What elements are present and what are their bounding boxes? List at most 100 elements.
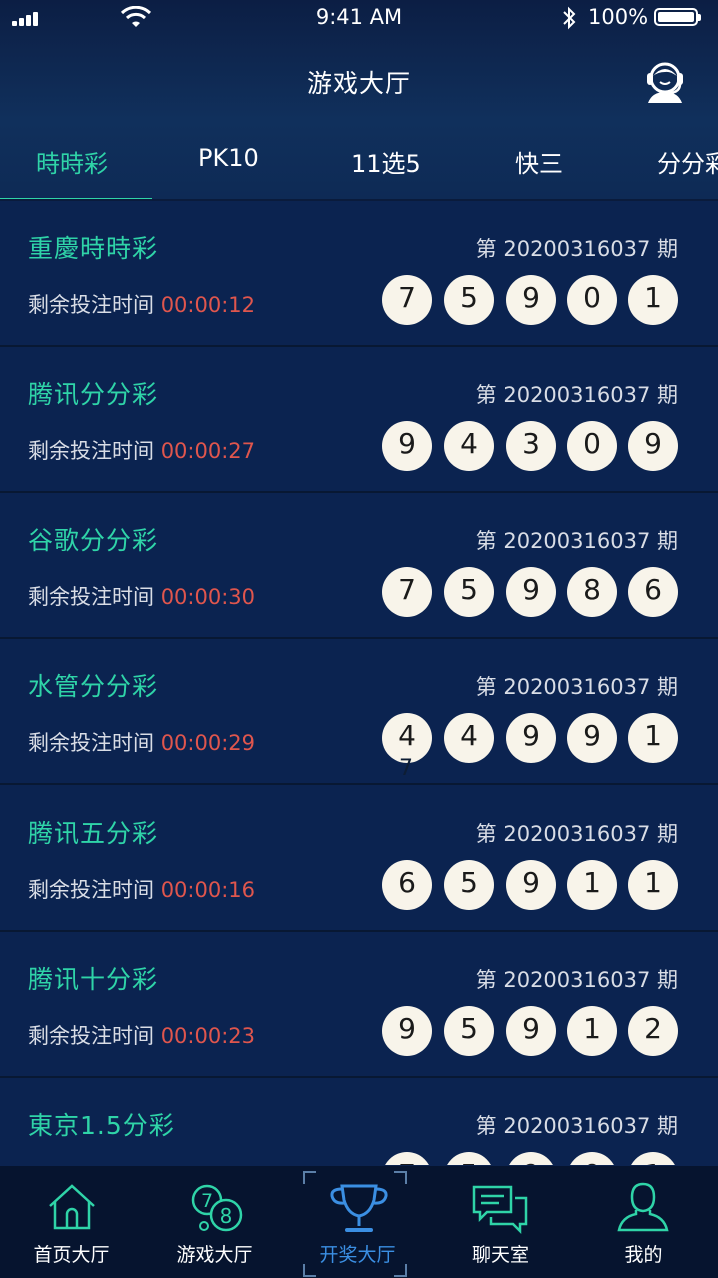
result-ball: 8 xyxy=(567,567,617,617)
lottery-list: 重慶時時彩 第 20200316037 期 剩余投注时间 00:00:12 7 … xyxy=(0,201,718,1165)
issue-number: 第 20200316037 期 xyxy=(475,675,678,699)
bluetooth-icon xyxy=(563,6,576,30)
nav-label: 开奖大厅 xyxy=(319,1244,396,1266)
tab-pk10[interactable]: PK10 xyxy=(198,144,259,172)
tab-shishicai[interactable]: 時時彩 xyxy=(36,144,108,179)
countdown-time: 00:00:23 xyxy=(160,1024,256,1048)
countdown-time: 00:00:30 xyxy=(160,585,256,609)
countdown: 剩余投注时间 00:00:16 xyxy=(28,874,255,904)
result-balls: 9 5 9 1 2 xyxy=(382,1006,682,1056)
countdown-time: 00:00:29 xyxy=(160,731,256,755)
countdown: 剩余投注时间 00:00:27 xyxy=(28,435,255,465)
nav-label: 我的 xyxy=(624,1244,663,1266)
result-ball: 5 xyxy=(444,1006,494,1056)
issue-number: 第 20200316037 期 xyxy=(475,383,678,407)
bottom-nav: 首页大厅 7 8 游戏大厅 开奖大厅 聊天室 我的 xyxy=(0,1166,718,1278)
svg-text:8: 8 xyxy=(220,1204,233,1228)
result-ball: 2 xyxy=(628,1006,678,1056)
result-ball: 1 xyxy=(567,1006,617,1056)
tab-fenfencai[interactable]: 分分彩 xyxy=(657,144,718,179)
lottery-name: 腾讯五分彩 xyxy=(28,819,159,848)
result-ball: 9 xyxy=(382,421,432,471)
list-item[interactable]: 重慶時時彩 第 20200316037 期 剩余投注时间 00:00:12 7 … xyxy=(0,201,718,347)
countdown-label: 剩余投注时间 xyxy=(28,585,154,609)
result-ball: 1 xyxy=(628,1152,678,1165)
result-ball: 1 xyxy=(628,860,678,910)
result-ball: 7 xyxy=(382,1152,432,1165)
list-item[interactable]: 谷歌分分彩 第 20200316037 期 剩余投注时间 00:00:30 7 … xyxy=(0,493,718,639)
trophy-icon xyxy=(330,1184,388,1232)
nav-chat[interactable]: 聊天室 xyxy=(429,1166,572,1278)
issue-number: 第 20200316037 期 xyxy=(475,822,678,846)
result-balls: 7 5 9 0 1 xyxy=(382,1152,682,1165)
result-ball: 5 xyxy=(444,860,494,910)
lottery-name: 水管分分彩 xyxy=(28,672,159,701)
list-item[interactable]: 腾讯十分彩 第 20200316037 期 剩余投注时间 00:00:23 9 … xyxy=(0,932,718,1078)
result-ball: 9 xyxy=(382,1006,432,1056)
result-ball: 4 xyxy=(444,421,494,471)
countdown-label: 剩余投注时间 xyxy=(28,878,154,902)
nav-home[interactable]: 首页大厅 xyxy=(0,1166,143,1278)
list-item[interactable]: 水管分分彩 第 20200316037 期 剩余投注时间 00:00:29 4 … xyxy=(0,639,718,785)
result-ball: 9 xyxy=(506,860,556,910)
list-item[interactable]: 東京1.5分彩 第 20200316037 期 7 5 9 0 1 xyxy=(0,1078,718,1165)
result-ball: 4 xyxy=(444,713,494,763)
list-item[interactable]: 腾讯分分彩 第 20200316037 期 剩余投注时间 00:00:27 9 … xyxy=(0,347,718,493)
result-ball: 0 xyxy=(567,421,617,471)
result-balls: 6 5 9 1 1 xyxy=(382,860,682,910)
nav-label: 聊天室 xyxy=(471,1244,529,1266)
user-icon xyxy=(617,1182,669,1232)
result-ball: 1 xyxy=(628,275,678,325)
nav-profile[interactable]: 我的 xyxy=(572,1166,715,1278)
result-ball: 3 xyxy=(506,421,556,471)
result-balls: 7 5 9 8 6 xyxy=(382,567,682,617)
result-ball: 9 xyxy=(506,1006,556,1056)
result-ball: 9 xyxy=(506,275,556,325)
tab-11x5[interactable]: 11选5 xyxy=(351,144,421,179)
result-ball: 5 xyxy=(444,567,494,617)
nav-games[interactable]: 7 8 游戏大厅 xyxy=(143,1166,286,1278)
result-ball: 1 xyxy=(567,860,617,910)
tab-kuaisan[interactable]: 快三 xyxy=(515,144,563,179)
issue-number: 第 20200316037 期 xyxy=(475,968,678,992)
category-tabs: 時時彩 PK10 11选5 快三 分分彩 xyxy=(0,130,718,200)
header-area: 9:41 AM 100% 游戏大厅 時時彩 PK10 11选5 快三 分分彩 xyxy=(0,0,718,201)
countdown-label: 剩余投注时间 xyxy=(28,1024,154,1048)
countdown-label: 剩余投注时间 xyxy=(28,439,154,463)
lottery-name: 谷歌分分彩 xyxy=(28,526,159,555)
result-ball: 9 xyxy=(506,1152,556,1165)
result-ball: 9 xyxy=(506,713,556,763)
nav-label: 首页大厅 xyxy=(33,1244,110,1266)
countdown: 剩余投注时间 00:00:30 xyxy=(28,581,255,611)
countdown-time: 00:00:27 xyxy=(160,439,256,463)
lottery-name: 腾讯十分彩 xyxy=(28,965,159,994)
result-balls: 7 5 9 0 1 xyxy=(382,275,682,325)
countdown: 剩余投注时间 00:00:23 xyxy=(28,1020,255,1050)
result-ball: 7 xyxy=(382,567,432,617)
stray-digit: 7 xyxy=(399,756,413,781)
result-ball: 5 xyxy=(444,1152,494,1165)
lottery-name: 重慶時時彩 xyxy=(28,234,159,263)
page-title: 游戏大厅 xyxy=(306,69,411,98)
countdown-label: 剩余投注时间 xyxy=(28,293,154,317)
result-ball: 1 xyxy=(628,713,678,763)
nav-label: 游戏大厅 xyxy=(176,1244,253,1266)
result-ball: 6 xyxy=(628,567,678,617)
result-ball: 0 xyxy=(567,275,617,325)
nav-draw-results[interactable]: 开奖大厅 xyxy=(286,1166,429,1278)
lottery-name: 腾讯分分彩 xyxy=(28,380,159,409)
customer-service-icon[interactable] xyxy=(640,56,690,106)
home-icon xyxy=(49,1184,95,1230)
issue-number: 第 20200316037 期 xyxy=(475,237,678,261)
result-ball: 9 xyxy=(506,567,556,617)
result-ball: 9 xyxy=(567,713,617,763)
countdown-time: 00:00:12 xyxy=(160,293,256,317)
lottery-balls-icon: 7 8 xyxy=(191,1184,243,1232)
list-item[interactable]: 腾讯五分彩 第 20200316037 期 剩余投注时间 00:00:16 6 … xyxy=(0,786,718,932)
status-bar: 9:41 AM 100% xyxy=(0,0,718,36)
result-ball: 9 xyxy=(628,421,678,471)
countdown: 剩余投注时间 00:00:29 xyxy=(28,727,255,757)
issue-number: 第 20200316037 期 xyxy=(475,529,678,553)
result-ball: 7 xyxy=(382,275,432,325)
battery-percent: 100% xyxy=(588,5,649,29)
